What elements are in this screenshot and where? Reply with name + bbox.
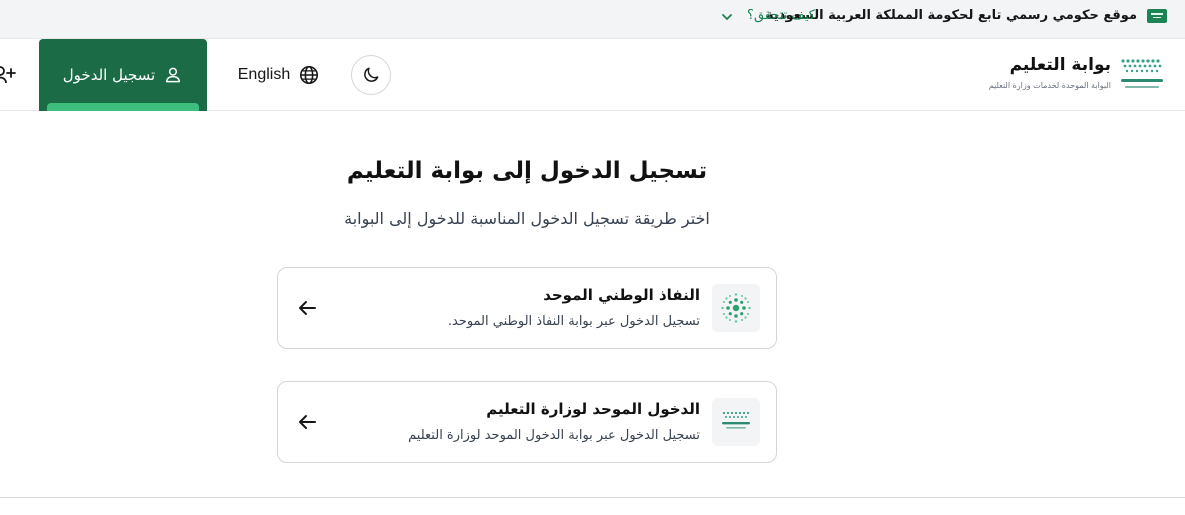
option-title: الدخول الموحد لوزارة التعليم bbox=[486, 400, 700, 418]
page-title: تسجيل الدخول إلى بوابة التعليم bbox=[346, 158, 708, 184]
login-label: تسجيل الدخول bbox=[62, 66, 156, 84]
arrow-left-icon bbox=[299, 415, 316, 429]
login-option-moe-sso[interactable]: الدخول الموحد لوزارة التعليم تسجيل الدخو… bbox=[277, 381, 777, 463]
logo-subtitle: البوابة الموحدة لخدمات وزارة التعليم bbox=[988, 81, 1111, 90]
moe-logo-icon bbox=[712, 398, 760, 446]
language-label: English bbox=[237, 66, 291, 83]
globe-icon bbox=[300, 65, 319, 85]
user-icon bbox=[166, 67, 181, 83]
moe-logo-icon[interactable] bbox=[1117, 55, 1167, 97]
gov-banner-text: موقع حكومي رسمي تابع لحكومة المملكة العر… bbox=[766, 8, 1137, 23]
add-user-icon[interactable] bbox=[0, 65, 16, 85]
logo-title[interactable]: بوابة التعليم bbox=[1010, 55, 1111, 75]
arrow-left-icon bbox=[299, 301, 316, 315]
site-header: بوابة التعليم البوابة الموحدة لخدمات وزا… bbox=[0, 39, 1185, 111]
nafath-icon bbox=[712, 284, 760, 332]
footer-divider bbox=[0, 497, 1185, 498]
moon-icon bbox=[364, 67, 379, 82]
language-switch-button[interactable]: English bbox=[229, 59, 329, 91]
login-button[interactable]: تسجيل الدخول bbox=[39, 39, 207, 111]
dark-mode-toggle-button[interactable] bbox=[351, 55, 391, 95]
login-active-indicator bbox=[47, 103, 199, 111]
option-description: تسجيل الدخول عبر بوابة الدخول الموحد لوز… bbox=[408, 428, 700, 443]
option-description: تسجيل الدخول عبر بوابة النفاذ الوطني الم… bbox=[447, 314, 700, 329]
saudi-flag-icon bbox=[1147, 9, 1167, 23]
gov-banner: موقع حكومي رسمي تابع لحكومة المملكة العر… bbox=[0, 0, 1185, 39]
chevron-down-icon[interactable] bbox=[719, 9, 735, 25]
option-title: النفاذ الوطني الموحد bbox=[543, 286, 700, 304]
page-subtitle: اختر طريقة تسجيل الدخول المناسبة للدخول … bbox=[344, 209, 710, 228]
how-to-verify-link[interactable]: كيف تتحقق؟ bbox=[747, 8, 815, 23]
login-option-nafath[interactable]: النفاذ الوطني الموحد تسجيل الدخول عبر بو… bbox=[277, 267, 777, 349]
